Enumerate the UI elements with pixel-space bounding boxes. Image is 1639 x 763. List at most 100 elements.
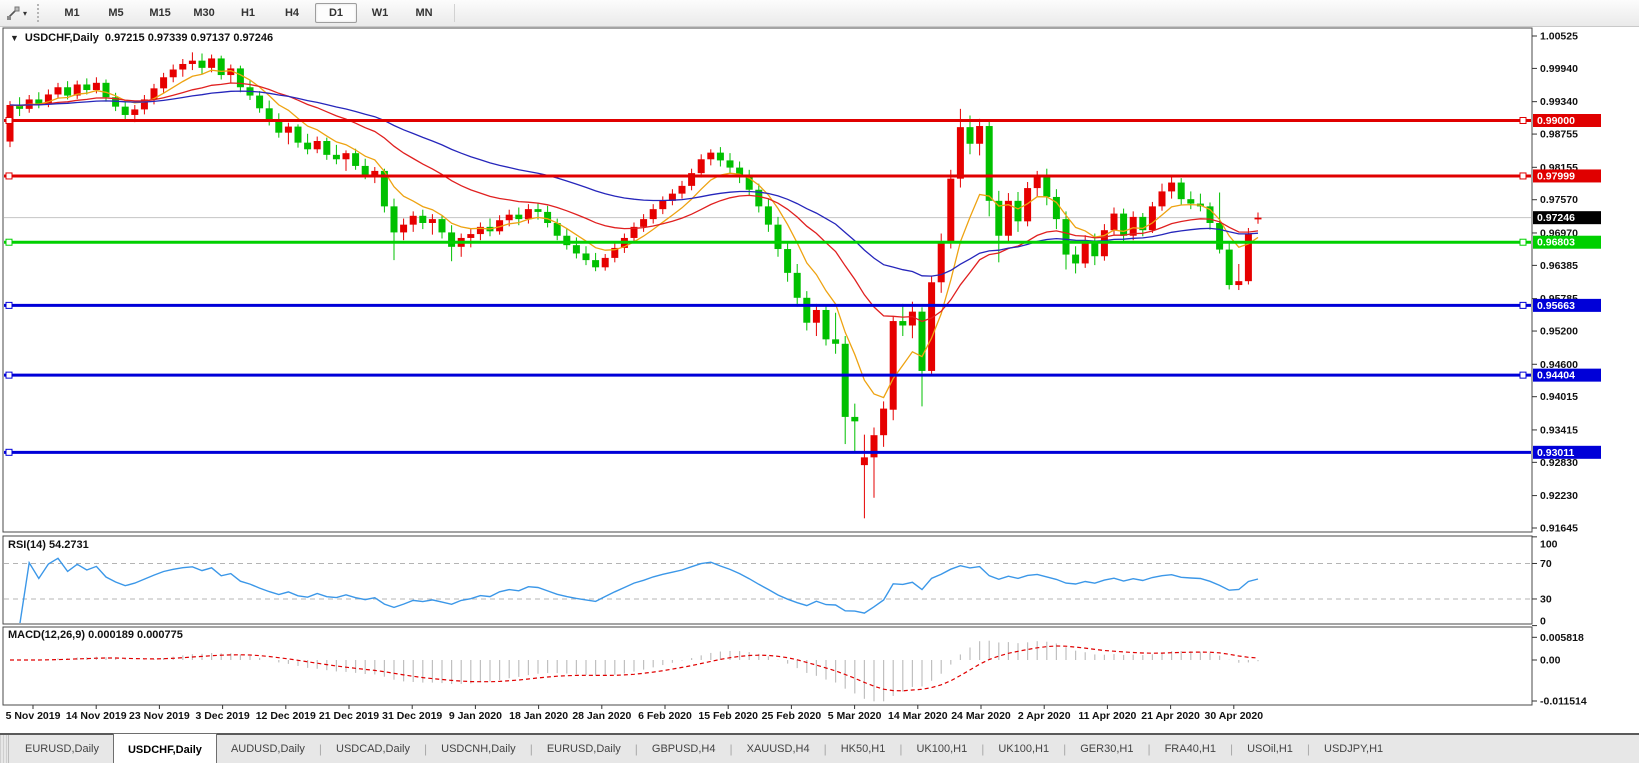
hline-marker[interactable] [6,372,12,378]
candle-body [295,127,302,143]
toolbar-grip[interactable] [37,4,44,22]
hline-marker[interactable] [6,449,12,455]
main-pane[interactable] [3,28,1532,532]
candle-body [285,127,292,133]
hline-marker[interactable] [6,302,12,308]
hline-badge-label: 0.97999 [1537,170,1575,182]
timeframe-button-m5[interactable]: M5 [95,3,137,23]
timeframe-button-m30[interactable]: M30 [183,3,225,23]
date-tick-label: 9 Jan 2020 [449,710,502,722]
chart-tab-eurusd-daily[interactable]: EURUSD,Daily [533,735,635,763]
candle-body [794,273,801,298]
candle-body [947,179,954,242]
candle-body [179,64,186,70]
rsi-pane[interactable] [3,536,1532,624]
candle-body [765,206,772,224]
candle-body [899,321,906,325]
candle-body [1082,241,1089,263]
candle-body [199,61,206,68]
draw-cursor-icon[interactable] [5,5,21,21]
candle-body [659,201,666,209]
collapse-arrow-icon[interactable]: ▼ [10,33,19,43]
candle-body [1149,206,1156,230]
hline-marker[interactable] [1520,117,1526,123]
timeframe-button-d1[interactable]: D1 [315,3,357,23]
candle-body [976,126,983,144]
candle-body [880,409,887,436]
hline-marker[interactable] [6,173,12,179]
date-tick-label: 5 Mar 2020 [828,710,882,722]
tabbar-grip[interactable] [0,735,9,763]
hline-badge-label: 0.96803 [1537,237,1575,249]
chart-tab-usoil-h1[interactable]: USOil,H1 [1233,735,1307,763]
hline-marker[interactable] [1520,239,1526,245]
timeframe-button-w1[interactable]: W1 [359,3,401,23]
chart-svg[interactable]: 1.005250.999400.993400.987550.981550.975… [0,0,1639,763]
chart-tab-gbpusd-h4[interactable]: GBPUSD,H4 [638,735,730,763]
macd-tick-label: 0.005818 [1540,632,1584,644]
chart-tab-audusd-daily[interactable]: AUDUSD,Daily [217,735,319,763]
timeframe-button-mn[interactable]: MN [403,3,445,23]
price-tick-label: 0.92230 [1540,490,1578,502]
candle-body [218,58,225,75]
candle-body [122,107,129,115]
chart-tab-ger30-h1[interactable]: GER30,H1 [1066,735,1147,763]
candle-body [640,219,647,227]
candle-body [419,216,426,223]
chart-tool-dropdown-icon[interactable]: ▾ [23,9,27,18]
hline-marker[interactable] [6,117,12,123]
chart-tab-usdjpy-h1[interactable]: USDJPY,H1 [1310,735,1397,763]
chart-header: ▼ USDCHF,Daily 0.97215 0.97339 0.97137 0… [10,32,273,44]
chart-tab-usdchf-daily[interactable]: USDCHF,Daily [113,733,217,763]
chart-tab-fra40-h1[interactable]: FRA40,H1 [1151,735,1230,763]
timeframe-button-m15[interactable]: M15 [139,3,181,23]
chart-tab-uk100-h1[interactable]: UK100,H1 [902,735,981,763]
date-tick-label: 14 Nov 2019 [66,710,127,722]
timeframe-button-h4[interactable]: H4 [271,3,313,23]
candle-body [717,153,724,161]
date-tick-label: 18 Jan 2020 [509,710,568,722]
candle-body [1235,281,1242,285]
chart-tab-hk50-h1[interactable]: HK50,H1 [827,735,900,763]
trading-terminal-window: ▾ M1M5M15M30H1H4D1W1MN 1.005250.999400.9… [0,0,1639,763]
candle-body [237,68,244,87]
timeframe-button-h1[interactable]: H1 [227,3,269,23]
candle-body [871,435,878,457]
macd-pane[interactable] [3,627,1532,705]
chart-tab-usdcnh-daily[interactable]: USDCNH,Daily [427,735,530,763]
hline-marker[interactable] [6,239,12,245]
chart-tab-xauusd-h4[interactable]: XAUUSD,H4 [733,735,824,763]
candle-body [391,206,398,232]
candle-body [83,84,90,90]
time-axis[interactable]: 5 Nov 201914 Nov 201923 Nov 20193 Dec 20… [6,705,1264,722]
candle-body [1120,214,1127,236]
candle-body [938,241,945,282]
candle-body [1072,255,1079,264]
hline-marker[interactable] [1520,302,1526,308]
hline-badge-label: 0.99000 [1537,115,1575,127]
price-axis[interactable]: 1.005250.999400.993400.987550.981550.975… [1532,31,1601,708]
chart-canvas[interactable]: 1.005250.999400.993400.987550.981550.975… [0,0,1639,763]
candle-body [1015,201,1022,222]
candle-body [583,253,590,260]
candle-body [967,127,974,144]
candle-body [573,245,580,253]
candle-body [535,209,542,212]
candle-body [650,209,657,219]
chart-tab-usdcad-daily[interactable]: USDCAD,Daily [322,735,424,763]
hline-badge-label: 0.93011 [1537,447,1575,459]
hline-marker[interactable] [1520,372,1526,378]
chart-tab-uk100-h1[interactable]: UK100,H1 [984,735,1063,763]
candle-body [1216,223,1223,250]
hline-marker[interactable] [1520,173,1526,179]
date-tick-label: 2 Apr 2020 [1018,710,1071,722]
candle-body [775,225,782,249]
timeframe-button-m1[interactable]: M1 [51,3,93,23]
price-tick-label: 0.99340 [1540,96,1578,108]
candle-body [698,159,705,173]
candle-body [448,232,455,246]
chart-tab-eurusd-daily[interactable]: EURUSD,Daily [11,735,113,763]
date-tick-label: 3 Dec 2019 [195,710,249,722]
candle-body [208,58,215,67]
candle-body [429,219,436,223]
